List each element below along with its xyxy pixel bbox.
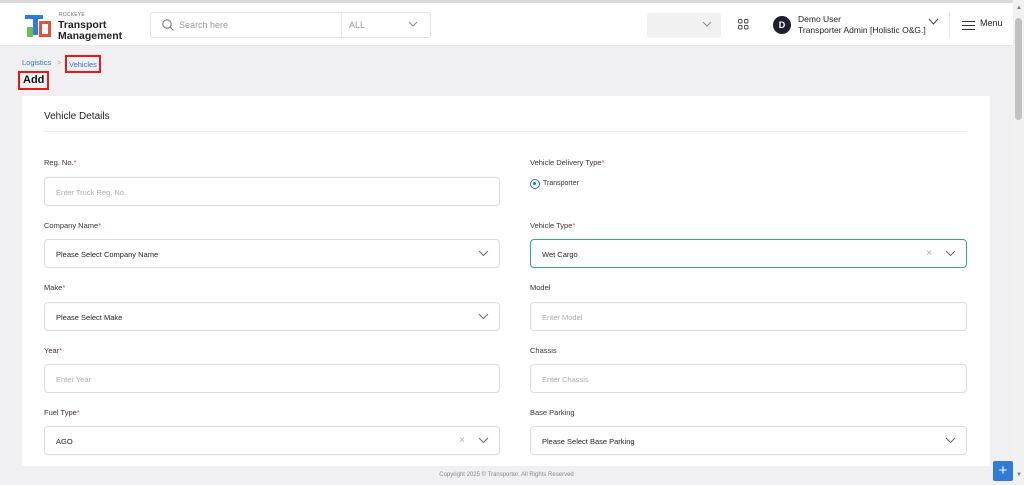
year-label: Year*: [44, 346, 63, 355]
chassis-input[interactable]: Enter Chassis: [530, 364, 967, 393]
reg-no-input[interactable]: Enter Truck Reg. No.: [44, 177, 500, 206]
base-parking-value: Please Select Base Parking: [542, 437, 635, 446]
fuel-type-value: AGO: [56, 437, 73, 446]
search-scope-select[interactable]: ALL: [349, 20, 365, 30]
scroll-down-arrow-icon[interactable]: ▼: [1016, 472, 1022, 478]
page-title: Add: [18, 71, 50, 90]
breadcrumb-logistics[interactable]: Logistics: [22, 58, 51, 67]
user-name[interactable]: Demo User: [798, 14, 841, 24]
radio-transporter[interactable]: [530, 179, 540, 189]
search-divider: [341, 13, 342, 37]
base-parking-label: Base Parking: [530, 408, 575, 417]
chassis-label: Chassis: [530, 346, 557, 355]
search-icon: [162, 19, 174, 31]
fuel-type-select[interactable]: AGO ×: [44, 426, 500, 455]
reg-no-label: Reg. No.*: [44, 158, 77, 167]
model-label: Model: [530, 283, 551, 292]
breadcrumb-separator: >: [57, 58, 62, 67]
vehicle-type-value: Wet Cargo: [542, 250, 578, 259]
delivery-type-label: Vehicle Delivery Type*: [530, 158, 605, 167]
clear-icon[interactable]: ×: [459, 435, 465, 446]
vehicle-type-select[interactable]: Wet Cargo ×: [530, 239, 967, 268]
make-label: Make*: [44, 283, 66, 292]
vehicle-form-card: [22, 96, 990, 466]
avatar[interactable]: D: [773, 16, 791, 34]
company-name-label: Company Name*: [44, 221, 102, 230]
chevron-down-icon: [408, 21, 418, 27]
chevron-down-icon[interactable]: [928, 18, 939, 26]
search-bar[interactable]: Search here ALL: [150, 12, 431, 38]
apps-grid-icon[interactable]: [738, 19, 749, 30]
make-value: Please Select Make: [56, 313, 123, 322]
chevron-down-icon: [478, 313, 489, 320]
model-placeholder: Enter Model: [542, 313, 583, 322]
menu-divider: [949, 12, 950, 38]
context-select[interactable]: [647, 13, 721, 38]
section-title: Vehicle Details: [44, 111, 110, 122]
year-input[interactable]: Enter Year: [44, 364, 500, 393]
chevron-down-icon: [702, 21, 712, 27]
chevron-down-icon: [478, 437, 489, 444]
model-input[interactable]: Enter Model: [530, 302, 967, 331]
chevron-down-icon: [478, 250, 489, 257]
hamburger-menu-icon[interactable]: [962, 21, 975, 30]
scroll-up-arrow-icon[interactable]: ▲: [1016, 5, 1022, 11]
menu-button[interactable]: Menu: [980, 18, 1003, 28]
search-input[interactable]: Search here: [179, 20, 228, 30]
chassis-placeholder: Enter Chassis: [542, 375, 589, 384]
vehicle-type-label: Vehicle Type*: [530, 221, 576, 230]
user-role[interactable]: Transporter Admin [Holistic O&G.]: [798, 25, 926, 35]
chevron-down-icon: [945, 437, 956, 444]
add-fab-button[interactable]: +: [993, 461, 1013, 481]
fuel-type-label: Fuel Type*: [44, 408, 80, 417]
logo-icon: [25, 15, 51, 37]
base-parking-select[interactable]: Please Select Base Parking: [530, 426, 967, 455]
reg-no-placeholder: Enter Truck Reg. No.: [56, 188, 127, 197]
company-name-value: Please Select Company Name: [56, 250, 159, 259]
make-select[interactable]: Please Select Make: [44, 302, 500, 331]
radio-transporter-label[interactable]: Transporter: [543, 180, 579, 187]
scrollbar-thumb[interactable]: [1015, 18, 1022, 120]
year-placeholder: Enter Year: [56, 375, 92, 384]
footer-copyright: Copyright 2025 © Transporter. All Rights…: [439, 472, 574, 478]
breadcrumb-vehicles[interactable]: Vehicles: [65, 55, 101, 73]
top-bar: ROCKEYE Transport Management Search here…: [0, 0, 1013, 46]
company-name-select[interactable]: Please Select Company Name: [44, 239, 500, 268]
chevron-down-icon: [945, 250, 956, 257]
logo-brand: ROCKEYE: [59, 12, 85, 18]
logo-title-line2: Management: [58, 30, 123, 42]
clear-icon[interactable]: ×: [926, 248, 932, 259]
section-divider: [44, 131, 967, 132]
